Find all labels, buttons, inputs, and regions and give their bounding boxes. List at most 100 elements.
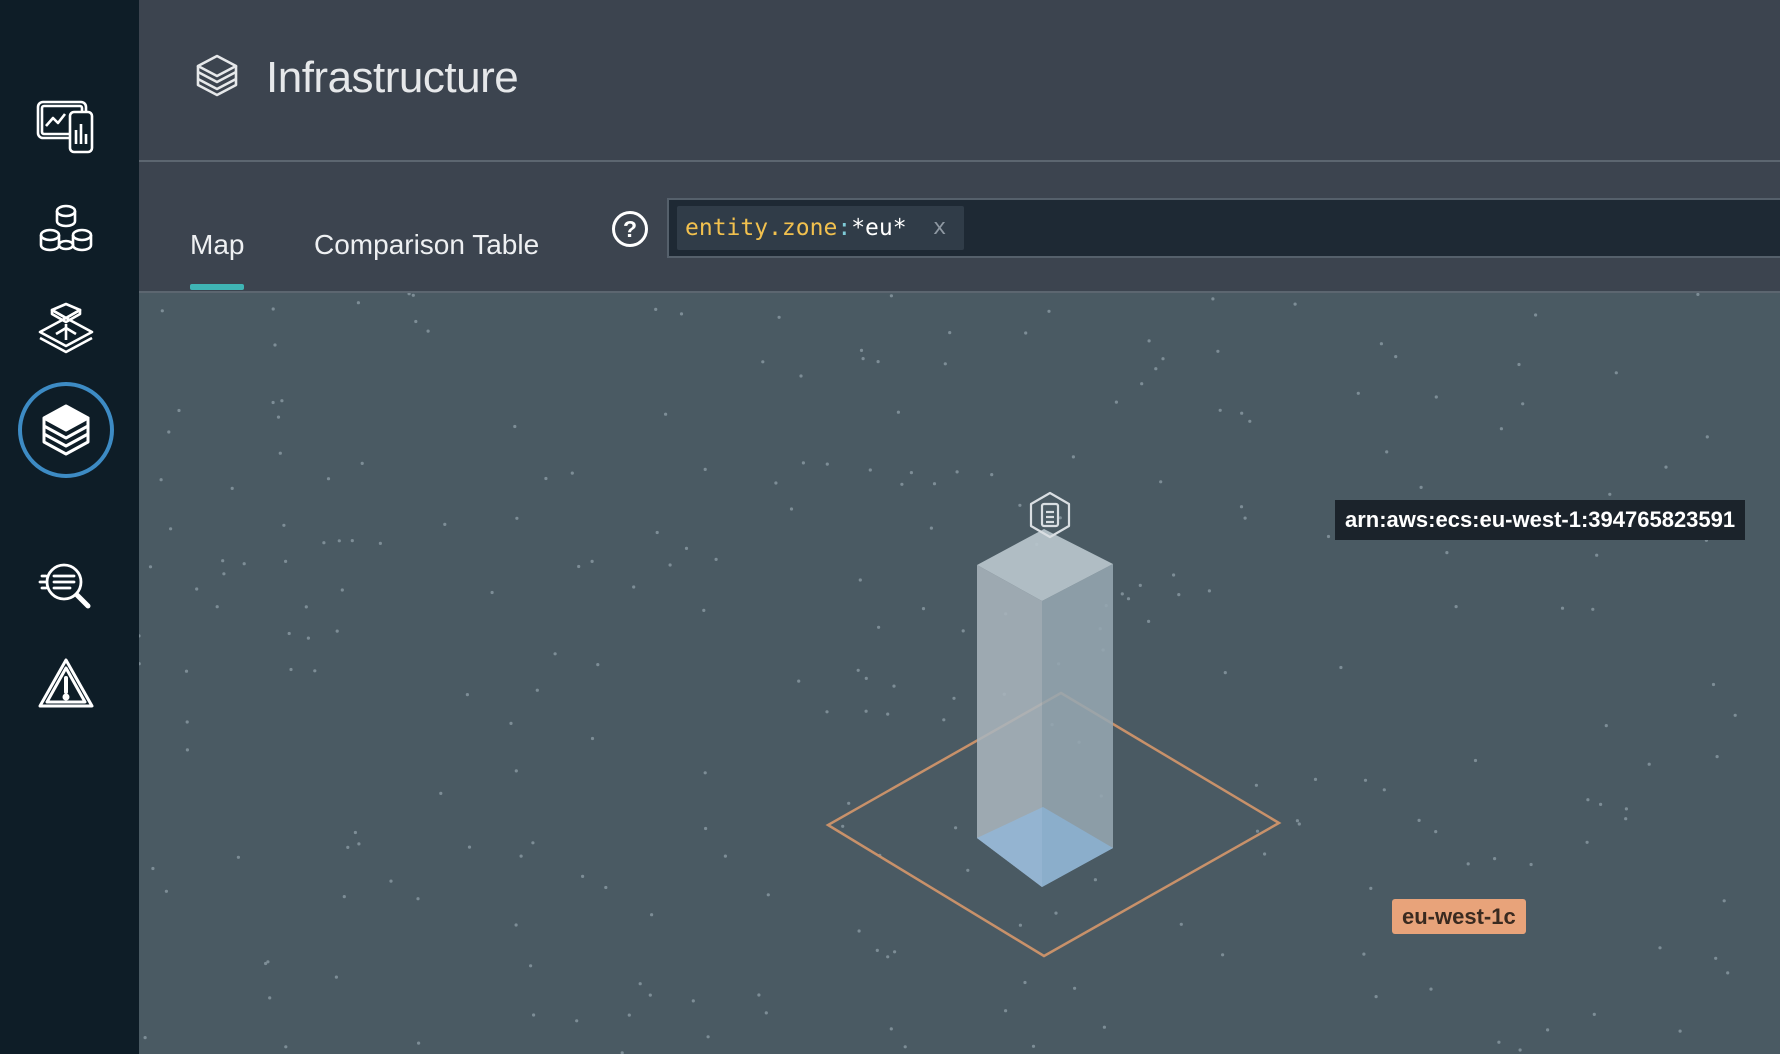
background-dot <box>627 1013 631 1017</box>
background-dot <box>1243 516 1247 520</box>
background-dot <box>632 585 636 589</box>
background-dot <box>1356 391 1360 395</box>
background-dot <box>1715 755 1719 759</box>
nav-alerts[interactable] <box>18 636 114 732</box>
background-dot <box>411 293 415 297</box>
background-dot <box>896 410 901 414</box>
zone-label[interactable]: eu-west-1c <box>1392 899 1526 934</box>
nav-services[interactable] <box>18 183 114 279</box>
background-dot <box>1263 852 1267 856</box>
ecs-task-icon[interactable] <box>1029 491 1071 539</box>
background-dot <box>1293 302 1297 306</box>
background-dot <box>1339 665 1343 670</box>
background-dot <box>1126 597 1131 601</box>
background-dot <box>378 541 382 545</box>
background-dot <box>893 950 897 954</box>
background-dot <box>334 975 338 979</box>
background-dot <box>1585 840 1589 844</box>
infrastructure-map[interactable]: arn:aws:ecs:eu-west-1:394765823591 eu-we… <box>139 293 1780 1054</box>
entity-column[interactable] <box>977 529 1113 887</box>
background-dot <box>886 712 890 716</box>
background-dot <box>276 415 281 419</box>
layers-icon <box>196 54 238 97</box>
background-dot <box>284 559 288 563</box>
nav-log-search[interactable] <box>18 538 114 634</box>
background-dot <box>703 771 707 775</box>
nav-dashboards[interactable] <box>18 78 114 174</box>
background-dot <box>360 461 364 465</box>
background-dot <box>389 879 393 883</box>
filter-search-input[interactable]: entity.zone:*eu* x <box>667 198 1780 258</box>
background-dot <box>532 1013 536 1017</box>
question-circle-icon[interactable]: ? <box>612 211 648 247</box>
background-dot <box>1093 878 1097 882</box>
background-dot <box>590 559 594 563</box>
background-dot <box>655 530 659 535</box>
background-dot <box>581 874 585 879</box>
background-dot <box>864 676 868 680</box>
background-dot <box>892 684 896 688</box>
background-dot <box>596 663 600 667</box>
dashboard-devices-icon <box>36 100 94 154</box>
background-dot <box>825 710 829 714</box>
background-dot <box>961 629 965 633</box>
background-dot <box>1179 922 1183 926</box>
background-dot <box>1434 395 1438 399</box>
entity-label[interactable]: arn:aws:ecs:eu-west-1:394765823591 <box>1335 500 1746 540</box>
background-dot <box>1379 342 1383 346</box>
background-dot <box>929 526 934 530</box>
background-dot <box>757 993 761 997</box>
background-dot <box>889 1027 893 1031</box>
background-dot <box>1047 309 1051 313</box>
background-dot <box>875 948 879 953</box>
remove-filter-button[interactable]: x <box>933 206 946 250</box>
background-dot <box>1722 899 1726 903</box>
background-dot <box>799 374 803 378</box>
background-dot <box>1031 1044 1036 1048</box>
background-dot <box>877 625 881 629</box>
background-dot <box>544 476 548 481</box>
background-dot <box>531 841 535 845</box>
background-dot <box>1362 952 1366 956</box>
background-dot <box>306 636 310 640</box>
background-dot <box>868 468 872 472</box>
background-dot <box>847 801 851 805</box>
background-dot <box>903 1045 907 1049</box>
background-dot <box>1382 788 1386 792</box>
background-dot <box>1518 1048 1522 1052</box>
background-dot <box>195 587 199 591</box>
background-dot <box>346 845 350 850</box>
background-dot <box>1295 819 1299 823</box>
background-dot <box>1517 362 1521 367</box>
background-dot <box>313 669 317 673</box>
background-dot <box>1154 367 1158 371</box>
tab-comparison-table[interactable]: Comparison Table <box>314 228 539 262</box>
background-dot <box>1363 778 1368 782</box>
background-dot <box>1313 777 1318 781</box>
background-dot <box>1599 802 1603 806</box>
background-dot <box>529 964 533 968</box>
background-dot <box>704 826 708 831</box>
background-dot <box>1419 485 1423 489</box>
background-dot <box>1138 583 1142 587</box>
background-dot <box>553 652 557 656</box>
background-dot <box>864 709 868 713</box>
background-dot <box>1726 971 1730 975</box>
background-dot <box>1497 1040 1501 1044</box>
background-dot <box>684 546 689 550</box>
background-dot <box>777 315 781 319</box>
background-dot <box>221 559 225 563</box>
background-dot <box>1429 987 1433 991</box>
filter-key: entity.zone <box>685 215 838 241</box>
background-dot <box>668 563 672 567</box>
filter-chip[interactable]: entity.zone:*eu* x <box>677 206 964 250</box>
background-dot <box>264 961 268 966</box>
tab-map[interactable]: Map <box>190 228 245 290</box>
background-dot <box>774 481 778 485</box>
background-dot <box>1207 589 1211 593</box>
nav-infrastructure[interactable] <box>18 382 114 478</box>
nav-topology[interactable] <box>18 282 114 378</box>
background-dot <box>490 590 494 595</box>
background-dot <box>948 331 952 335</box>
background-dot <box>230 486 234 490</box>
